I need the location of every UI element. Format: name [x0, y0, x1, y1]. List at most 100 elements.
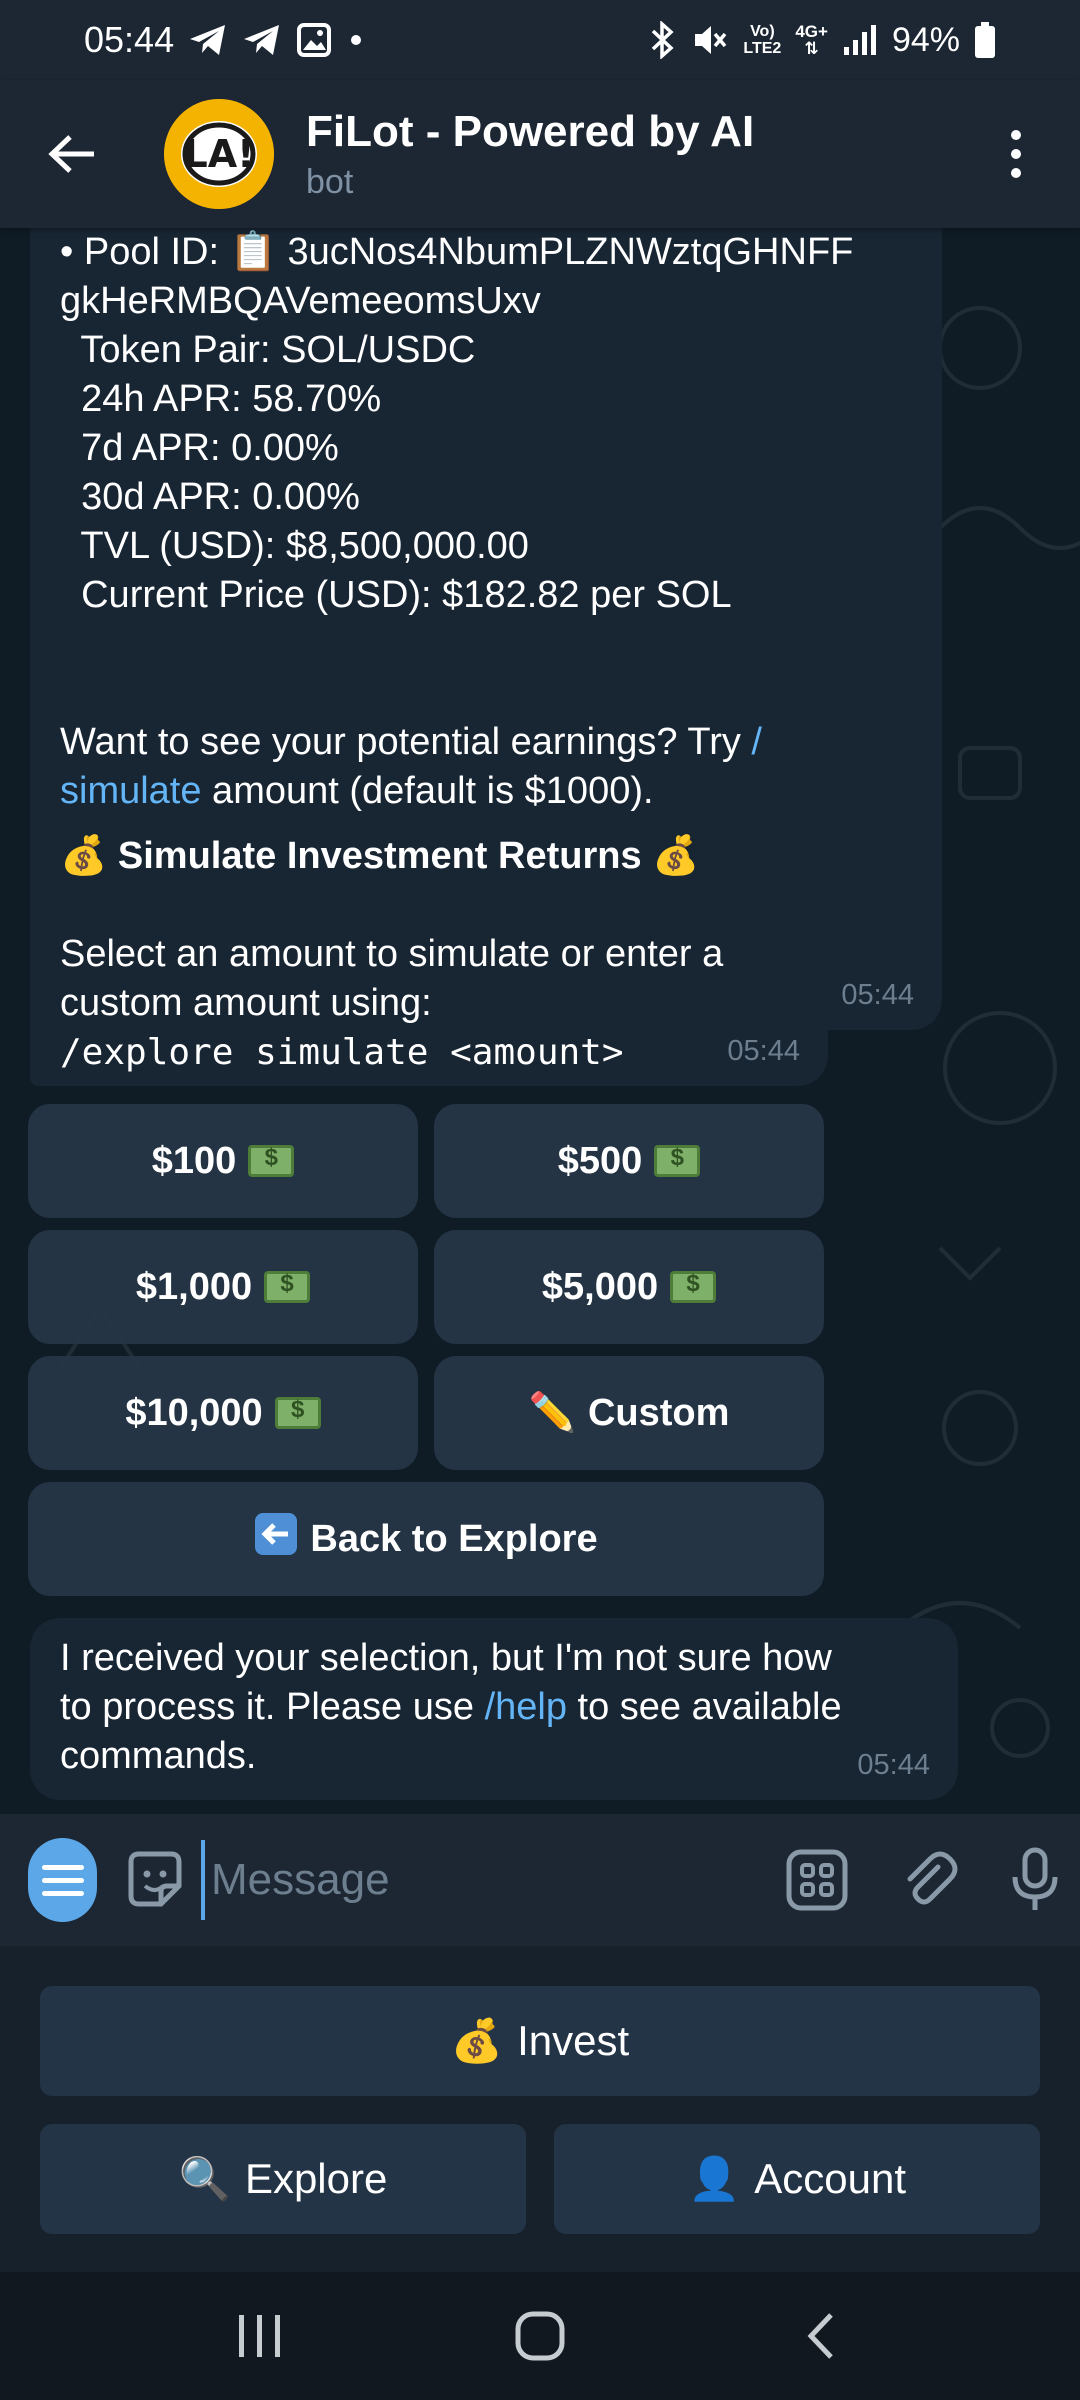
battery-percent: 94%: [891, 20, 960, 59]
dollar-bill-icon: [248, 1144, 295, 1177]
chat-header: LA! FiLot - Powered by AI bot: [0, 80, 1080, 228]
recents-icon: [239, 2315, 280, 2357]
bot-commands-button[interactable]: [786, 1844, 848, 1916]
menu-line-icon: [41, 1864, 84, 1870]
account-button[interactable]: 👤 Account: [554, 2124, 1040, 2234]
message-input[interactable]: [201, 1840, 786, 1920]
system-nav-bar: [0, 2272, 1080, 2400]
message-time: 05:44: [857, 1749, 930, 1781]
explore-button[interactable]: 🔍 Explore: [40, 2124, 526, 2234]
menu-line-icon: [41, 1890, 84, 1896]
more-dot-icon: [1011, 168, 1021, 178]
message-input-bar: [0, 1814, 1080, 1946]
menu-line-icon: [41, 1877, 84, 1883]
simulate-custom-button[interactable]: ✏️ Custom: [434, 1356, 824, 1470]
status-bar: 05:44 Vo) LTE2 4G+ ⇅ 94%: [0, 0, 1080, 80]
message-line: Token Pair: SOL/USDC: [60, 329, 476, 371]
gallery-icon: [296, 22, 332, 58]
message-line: 24h APR: 58.70%: [60, 378, 382, 420]
money-bag-icon: 💰: [60, 835, 108, 877]
message-line: to process it. Please use /help to see a…: [60, 1686, 842, 1728]
mute-icon: [691, 21, 729, 59]
message-bubble-simulate[interactable]: 💰 Simulate Investment Returns 💰 Select a…: [30, 814, 828, 1086]
telegram-screen: 05:44 Vo) LTE2 4G+ ⇅ 94% LA! FiLot - Pow…: [0, 0, 1080, 2400]
message-bubble-unknown[interactable]: I received your selection, but I'm not s…: [30, 1618, 958, 1800]
dollar-bill-icon: [654, 1144, 701, 1177]
home-icon: [515, 2311, 565, 2361]
status-time: 05:44: [84, 19, 175, 60]
command-text: /explore simulate <amount>: [60, 1032, 624, 1073]
message-line: simulate amount (default is $1000).: [60, 770, 654, 812]
user-icon: 👤: [687, 2154, 741, 2202]
bluetooth-icon: [647, 21, 677, 59]
invest-button[interactable]: 💰 Invest: [40, 1986, 1040, 2096]
back-arrow-icon: [254, 1512, 298, 1566]
message-line: 30d APR: 0.00%: [60, 476, 360, 518]
chat-subtitle: bot: [306, 162, 354, 201]
arrow-left-icon: [48, 135, 94, 173]
chat-title: FiLot - Powered by AI: [306, 106, 755, 156]
dot-icon: [346, 30, 366, 50]
telegram-icon-2: [242, 22, 282, 58]
more-dot-icon: [1011, 149, 1021, 159]
keyboard-grid-icon: [786, 1849, 848, 1911]
dollar-bill-icon: [264, 1270, 311, 1303]
telegram-icon: [188, 22, 228, 58]
message-line: I received your selection, but I'm not s…: [60, 1637, 832, 1679]
filot-logo-icon: LA!: [164, 99, 274, 209]
simulate-command-link[interactable]: simulate: [60, 770, 202, 812]
avatar[interactable]: LA!: [164, 99, 274, 209]
data-indicator: 4G+ ⇅: [795, 22, 828, 58]
simulate-100-button[interactable]: $100: [28, 1104, 418, 1218]
status-left: 05:44: [84, 19, 366, 61]
money-bag-icon: 💰: [450, 2016, 504, 2064]
dollar-bill-icon: [670, 1270, 717, 1303]
home-button[interactable]: [490, 2286, 590, 2386]
message-line: Select an amount to simulate or enter a: [60, 933, 724, 975]
pencil-icon: ✏️: [528, 1392, 576, 1434]
volte-indicator: Vo) LTE2: [743, 23, 782, 57]
battery-icon: [974, 21, 996, 59]
magnifier-icon: 🔍: [178, 2154, 231, 2202]
voice-message-button[interactable]: [1010, 1844, 1060, 1916]
microphone-icon: [1012, 1847, 1058, 1910]
message-line: • Pool ID: 📋 3ucNos4NbumPLZNWztqGHNFF: [60, 231, 854, 273]
message-line: 7d APR: 0.00%: [60, 427, 339, 469]
simulate-title: 💰 Simulate Investment Returns 💰: [60, 835, 700, 877]
attach-button[interactable]: [898, 1844, 960, 1916]
message-line: TVL (USD): $8,500,000.00: [60, 525, 529, 567]
recent-apps-button[interactable]: [210, 2286, 310, 2386]
back-to-explore-button[interactable]: Back to Explore: [28, 1482, 824, 1596]
chat-area[interactable]: • Pool ID: 📋 3ucNos4NbumPLZNWztqGHNFF gk…: [0, 228, 1080, 1814]
reply-keyboard: 💰 Invest 🔍 Explore 👤 Account: [0, 1946, 1080, 2272]
message-time: 05:44: [841, 979, 914, 1011]
more-dot-icon: [1011, 130, 1021, 140]
message-line: gkHeRMBQAVemeeomsUxv: [60, 280, 541, 322]
paperclip-icon: [907, 1851, 958, 1905]
chevron-left-icon: [807, 2313, 833, 2359]
svg-text:LA!: LA!: [184, 132, 255, 176]
bot-menu-button[interactable]: [28, 1838, 97, 1922]
simulate-command-link[interactable]: /: [751, 721, 762, 763]
simulate-500-button[interactable]: $500: [434, 1104, 824, 1218]
message-line: custom amount using:: [60, 982, 432, 1024]
more-options-button[interactable]: [996, 118, 1036, 190]
message-line: Current Price (USD): $182.82 per SOL: [60, 574, 732, 616]
emoji-button[interactable]: [123, 1844, 187, 1916]
money-bag-icon: 💰: [652, 835, 700, 877]
dollar-bill-icon: [274, 1396, 321, 1429]
message-line: Want to see your potential earnings? Try…: [60, 721, 762, 763]
message-time: 05:44: [727, 1035, 800, 1067]
simulate-5000-button[interactable]: $5,000: [434, 1230, 824, 1344]
sticker-icon: [128, 1851, 182, 1907]
message-line: commands.: [60, 1735, 257, 1777]
header-text[interactable]: FiLot - Powered by AI bot: [306, 107, 754, 202]
simulate-10000-button[interactable]: $10,000: [28, 1356, 418, 1470]
signal-icon: [842, 23, 878, 57]
help-command-link[interactable]: /help: [485, 1686, 567, 1728]
status-right: Vo) LTE2 4G+ ⇅ 94%: [647, 21, 996, 60]
data-arrows-icon: ⇅: [804, 39, 819, 58]
system-back-button[interactable]: [770, 2286, 870, 2386]
simulate-1000-button[interactable]: $1,000: [28, 1230, 418, 1344]
back-button[interactable]: [36, 118, 108, 190]
